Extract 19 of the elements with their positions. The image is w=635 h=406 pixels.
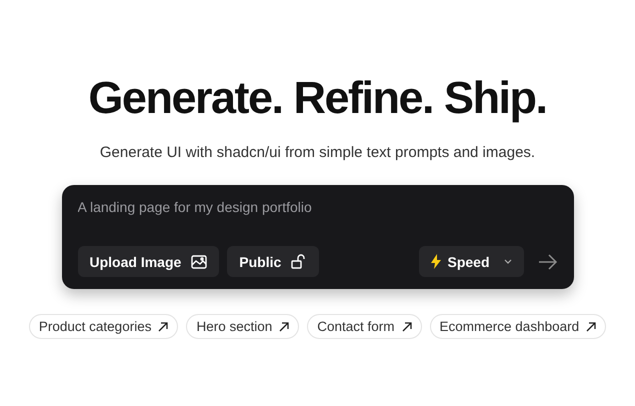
suggestion-chip[interactable]: Product categories — [28, 314, 178, 339]
model-select[interactable]: Speed — [419, 246, 524, 277]
toolbar-button[interactable]: Public — [227, 246, 320, 277]
arrow-up-right-icon — [402, 322, 412, 332]
prompt-field[interactable]: A landing page for my design portfolio Upload Image Public Speed — [62, 185, 574, 289]
suggestion-chip[interactable]: Contact form — [307, 314, 422, 339]
arrow-up-right-icon — [586, 322, 596, 332]
chevron-down-icon — [504, 259, 512, 264]
arrow-up-right-icon — [279, 322, 290, 332]
suggestion-chip[interactable]: Hero section — [186, 314, 300, 339]
arrow-up-right-icon — [158, 322, 168, 332]
lightning-icon — [431, 254, 442, 269]
unlock-icon — [291, 254, 308, 269]
toolbar-button[interactable]: Upload Image — [78, 246, 220, 277]
suggestion-chip[interactable]: Ecommerce dashboard — [430, 314, 606, 339]
image-icon — [191, 254, 208, 268]
headline: Generate. Refine. Ship. — [88, 72, 547, 124]
subtitle: Generate UI with shadcn/ui from simple text prompts and images. — [100, 144, 536, 161]
arrow-right-icon[interactable] — [538, 254, 558, 270]
